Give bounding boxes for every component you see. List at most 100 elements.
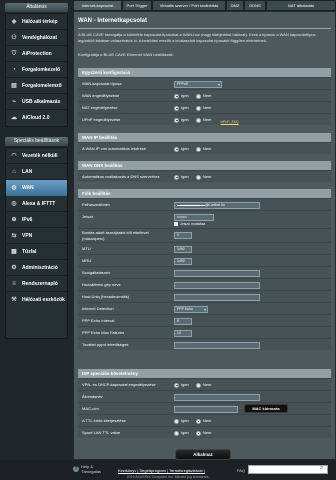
echo-interval-input[interactable]: 6: [174, 318, 192, 325]
sidebar-general-header: Általános: [5, 3, 68, 12]
upnp-row: UPnP engedélyezése Igen Nem UPnP_FAQ: [78, 113, 331, 125]
mac-clone-button[interactable]: MAC klónozás: [244, 404, 288, 413]
sidebar-item-network-map[interactable]: ◈ Hálózati térkép: [6, 14, 67, 30]
upnp-no-radio[interactable]: Nem: [195, 114, 211, 126]
alexa-icon: ◎: [11, 201, 17, 207]
sidebar-item-usb[interactable]: ⌁ USB alkalmazás: [6, 94, 67, 110]
basic-config-section: Egyszerű konfiguráció WAN-kapcsolat típu…: [78, 68, 331, 125]
sidebar-item-alexa[interactable]: ◎ Alexa & IFTTT: [6, 196, 67, 212]
extra-pppd-input[interactable]: [174, 342, 260, 349]
sidebar-item-traffic-analyzer[interactable]: ▤ Forgalomelemző: [6, 78, 67, 94]
sidebar-advanced-group: ◠ Vezeték nélküli ⌂ LAN ◍ WAN ◎ Alexa & IFTT…: [5, 147, 68, 339]
wan-ip-section: WAN IP beállítás A WAN IP cím automatiku…: [78, 133, 331, 154]
network-map-icon: ◈: [11, 19, 17, 25]
tab-bar: Internet-kapcsolat Port Trigger Virtuáli…: [73, 0, 336, 11]
traffic-manager-icon: ◔: [12, 67, 16, 73]
traffic-analyzer-icon: ▤: [11, 83, 17, 89]
guest-network-icon: ⚇: [11, 35, 17, 41]
auto-ip-no-radio[interactable]: Nem: [195, 143, 211, 155]
wan-ip-header: WAN IP beállítás: [78, 133, 331, 142]
vpn-icon: ⇆: [11, 233, 17, 239]
tab-port-trigger[interactable]: Port Trigger: [122, 0, 152, 11]
spoof-ttl-no-radio[interactable]: Nem: [195, 427, 211, 439]
idle-input[interactable]: 0: [174, 232, 192, 239]
footer-links: Kézikönyv | Segédprogram | Termékregiszt…: [118, 468, 205, 473]
password-input[interactable]: ••••••••: [174, 214, 214, 221]
sidebar-item-firewall[interactable]: ▦ Tűzfal: [6, 244, 67, 260]
page-description: A BLUE CAVE támogatja a különféle kapcso…: [78, 32, 316, 43]
mru-input[interactable]: 1492: [174, 258, 192, 265]
tab-internet-connection[interactable]: Internet-kapcsolat: [73, 0, 122, 11]
system-log-icon: ≡: [12, 281, 16, 287]
mtu-row: MTU 1492: [78, 242, 331, 254]
page-description-2: Konfigurálja a BLUE CAVE Ethernet WAN be…: [78, 52, 174, 57]
access-concentrator-input[interactable]: [174, 282, 260, 289]
shield-icon: ⛉: [11, 51, 17, 57]
tab-dmz[interactable]: DMZ: [226, 0, 244, 11]
copyright: 2019 ASUSTeK Computer Inc. Minden jog fe…: [126, 475, 210, 479]
sidebar-item-guest-network[interactable]: ⚇ Vendéghálózat: [6, 30, 67, 46]
isp-section: ISP speciális követelmény VPN- és DHCP-k…: [78, 369, 331, 438]
show-password-checkbox[interactable]: Jelszó mutatása: [174, 221, 205, 227]
upnp-label: UPnP engedélyezése: [82, 117, 121, 122]
username-input[interactable]: ▬▬▬▬▬▬▬▬@t-online.hu: [174, 202, 260, 209]
sidebar-item-administration[interactable]: ⚙ Adminisztráció: [6, 260, 67, 276]
mac-input[interactable]: [174, 406, 238, 413]
extra-pppd-row: További pppd lehetőségek: [78, 338, 331, 350]
auto-ip-row: A WAN IP cím automatikus lekérése Igen N…: [78, 142, 331, 154]
mtu-input[interactable]: 1492: [174, 246, 192, 253]
account-header: Fiók beállítás: [78, 189, 331, 198]
ipv6-icon: ⊕: [11, 217, 17, 223]
password-row: Jelszó •••••••• Jelszó mutatása: [78, 210, 331, 228]
wan-type-select[interactable]: PPPoE: [174, 81, 222, 88]
wan-type-row: WAN-kapcsolat típusa PPPoE: [78, 77, 331, 89]
sidebar-item-aiprotection[interactable]: ⛉ AiProtection: [6, 46, 67, 62]
spoof-ttl-label: Spoof LAN TTL value: [82, 430, 121, 435]
auto-dns-yes-radio[interactable]: Igen: [174, 171, 189, 183]
internet-detection-select[interactable]: PPP Echo: [174, 306, 208, 313]
upnp-faq-link[interactable]: UPnP_FAQ: [221, 120, 239, 124]
host-uniq-row: Host-Uniq (hexadecimális): [78, 290, 331, 302]
sidebar-item-aicloud[interactable]: ☁ AiCloud 2.0: [6, 110, 67, 126]
mru-row: MRU 1492: [78, 254, 331, 266]
wireless-icon: ◠: [11, 153, 17, 159]
auto-ip-yes-radio[interactable]: Igen: [174, 143, 189, 155]
internet-detection-row: Internet Detection PPP Echo: [78, 302, 331, 314]
help-icon: ?: [73, 466, 79, 472]
tab-nat-passthrough[interactable]: NAT átha­ladás: [266, 0, 336, 11]
extra-pppd-label: További pppd lehetőségek: [82, 342, 129, 347]
sidebar-item-wireless[interactable]: ◠ Vezeték nélküli: [6, 148, 67, 164]
admin-icon: ⚙: [11, 265, 17, 271]
tab-virtual-server[interactable]: Virtuális szerver / Port továbbítás: [152, 0, 226, 11]
access-concentrator-row: Hozzáférési gép neve: [78, 278, 331, 290]
sidebar-item-ipv6[interactable]: ⊕ IPv6: [6, 212, 67, 228]
footer-links-text[interactable]: Kézikönyv | Segédprogram | Termékregiszt…: [118, 468, 205, 473]
nat-enable-row: NAT engedélyezése Igen Nem: [78, 101, 331, 113]
faq-search-input[interactable]: [248, 465, 328, 474]
echo-interval-row: PPP Echo Interval 6: [78, 314, 331, 326]
auto-dns-row: Automatikus csatlakozás a DNS szerverhez…: [78, 170, 331, 182]
help-support-link[interactable]: Help & Támogatás: [81, 464, 101, 474]
echo-failures-input[interactable]: 10: [174, 330, 192, 337]
page-title: WAN - Internetkapcsolat: [78, 18, 148, 24]
apply-button[interactable]: Alkalmaz: [175, 449, 231, 460]
search-icon[interactable]: ⌕: [320, 465, 323, 472]
auto-dns-no-radio[interactable]: Nem: [195, 171, 211, 183]
sidebar-item-vpn[interactable]: ⇆ VPN: [6, 228, 67, 244]
spoof-ttl-yes-radio[interactable]: Igen: [174, 427, 189, 439]
hostname-input[interactable]: [174, 394, 260, 401]
sidebar-item-system-log[interactable]: ≡ Rendszernapló: [6, 276, 67, 292]
usb-icon: ⌁: [12, 99, 16, 105]
hostname-row: Állomásnév: [78, 390, 331, 402]
service-name-input[interactable]: [174, 270, 260, 277]
sidebar-item-wan[interactable]: ◍ WAN: [6, 180, 67, 196]
sidebar-item-network-tools[interactable]: ⚒ Hálózati eszközök: [6, 292, 67, 308]
upnp-yes-radio[interactable]: Igen: [174, 114, 189, 126]
idle-label: Bontás adott ásreájárást idő elteltével …: [82, 230, 149, 241]
sidebar-item-lan[interactable]: ⌂ LAN: [6, 164, 67, 180]
isp-header: ISP speciális követelmény: [78, 369, 331, 378]
host-uniq-input[interactable]: [174, 294, 260, 301]
tab-ddns[interactable]: DDNS: [244, 0, 266, 11]
sidebar-item-traffic-manager[interactable]: ◔ Forgalomkezelő: [6, 62, 67, 78]
firewall-icon: ▦: [11, 249, 17, 255]
